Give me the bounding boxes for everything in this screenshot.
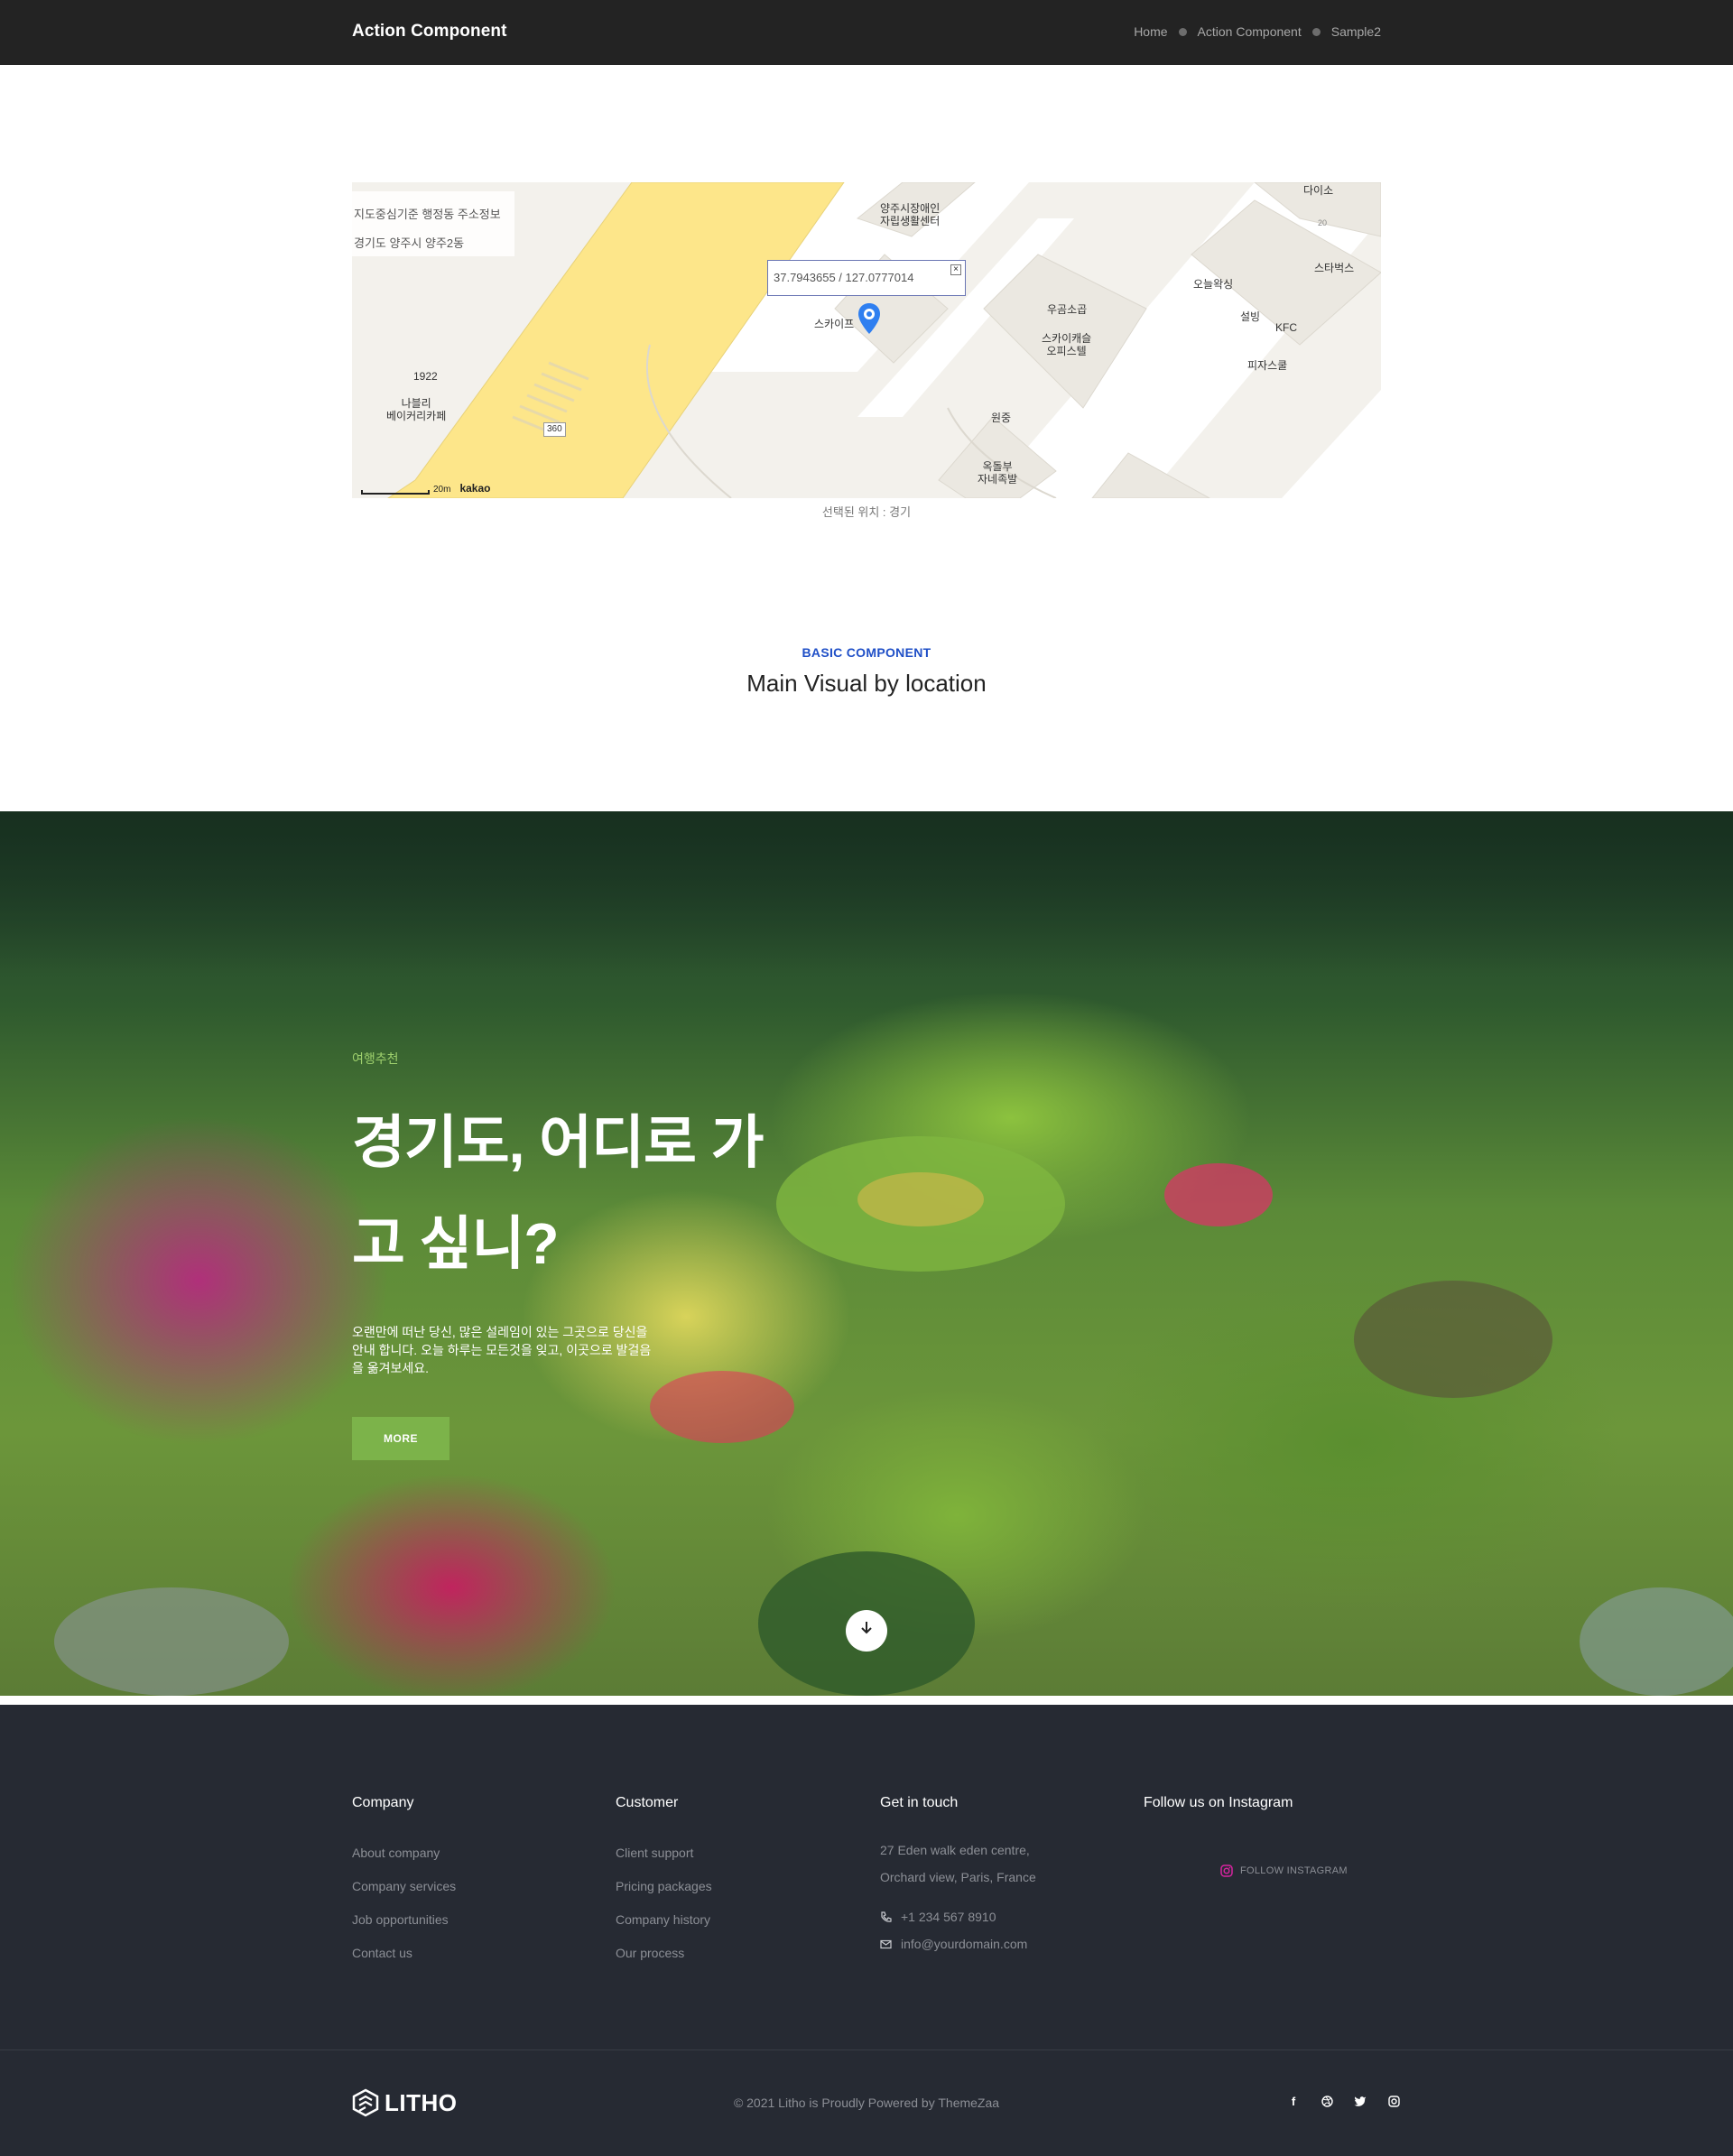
breadcrumb-separator xyxy=(1311,27,1321,36)
map-label-kfc: KFC xyxy=(1275,321,1297,334)
hero-description: 오랜만에 떠난 당신, 많은 설레임이 있는 그곳으로 당신을 안내 합니다. … xyxy=(352,1325,652,1375)
follow-instagram-label: FOLLOW INSTAGRAM xyxy=(1240,1865,1348,1876)
contact-address-line1: 27 Eden walk eden centre, xyxy=(880,1843,1030,1857)
map-label-okdol: 옥돌부 자네족발 xyxy=(978,460,1018,486)
footer-company-heading: Company xyxy=(352,1795,414,1810)
map-label-starbucks: 스타벅스 xyxy=(1314,262,1355,274)
map-label-today-waxing: 오늘왁싱 xyxy=(1193,278,1234,291)
map-label-road-number: 360 xyxy=(543,422,566,437)
hero-background-image xyxy=(0,811,1733,1696)
instagram-icon xyxy=(1220,1865,1233,1877)
arrow-down-icon xyxy=(861,1622,872,1634)
footer-link-history[interactable]: Company history xyxy=(616,1903,712,1937)
footer-link-contact[interactable]: Contact us xyxy=(352,1937,456,1970)
footer-contact-heading: Get in touch xyxy=(880,1795,959,1810)
footer-instagram-heading: Follow us on Instagram xyxy=(1144,1795,1293,1810)
footer-instagram-column: Follow us on Instagram xyxy=(1144,1795,1293,1837)
contact-phone-row[interactable]: +1 234 567 8910 xyxy=(880,1903,1036,1930)
map-label-officetel: 스카이캐슬 오피스텔 xyxy=(1042,332,1092,357)
brand-title[interactable]: Action Component xyxy=(352,22,507,42)
map-label-pizza-school: 피자스쿨 xyxy=(1247,359,1288,372)
address-info-value: 경기도 양주시 양주2동 xyxy=(354,236,465,250)
contact-email-row[interactable]: info@yourdomain.com xyxy=(880,1930,1036,1957)
breadcrumb-sample2[interactable]: Sample2 xyxy=(1331,24,1381,39)
twitter-icon[interactable] xyxy=(1353,2094,1367,2108)
dribbble-icon[interactable] xyxy=(1320,2094,1334,2108)
scale-bar-label: 20m xyxy=(433,485,451,495)
map-label-bakery-num: 1922 xyxy=(413,370,438,383)
facebook-icon[interactable]: f xyxy=(1286,2094,1301,2108)
contact-address-line2: Orchard view, Paris, France xyxy=(880,1870,1036,1884)
scale-bar-line xyxy=(361,490,430,495)
section-eyebrow: BASIC COMPONENT xyxy=(802,645,931,660)
contact-phone: +1 234 567 8910 xyxy=(901,1910,996,1924)
footer-link-services[interactable]: Company services xyxy=(352,1870,456,1903)
footer-link-client-support[interactable]: Client support xyxy=(616,1837,712,1870)
coordinate-text: 37.7943655 / 127.0777014 xyxy=(774,271,914,284)
selected-location-caption: 선택된 위치 : 경기 xyxy=(821,505,912,519)
social-links: f xyxy=(1267,2094,1401,2108)
envelope-icon xyxy=(880,1939,892,1948)
address-info-title: 지도중심기준 행정동 주소정보 xyxy=(354,208,501,221)
hero-title: 경기도, 어디로 가고 싶니? xyxy=(352,1110,765,1276)
breadcrumb-home[interactable]: Home xyxy=(1134,24,1167,39)
kakao-map[interactable]: 지도중심기준 행정동 주소정보 경기도 양주시 양주2동 37.7943655 … xyxy=(352,182,1381,498)
instagram-icon[interactable] xyxy=(1386,2094,1401,2108)
address-info-panel: 지도중심기준 행정동 주소정보 경기도 양주시 양주2동 xyxy=(352,191,514,256)
breadcrumb: Home Action Component Sample2 xyxy=(1134,24,1381,39)
footer-link-pricing[interactable]: Pricing packages xyxy=(616,1870,712,1903)
footer-customer-heading: Customer xyxy=(616,1795,679,1810)
more-button[interactable]: MORE xyxy=(352,1417,449,1460)
top-navbar: Action Component Home Action Component S… xyxy=(0,0,1733,65)
breadcrumb-separator xyxy=(1178,27,1187,36)
map-label-wonjung: 원중 xyxy=(991,412,1012,424)
map-label-sulbing: 설빙 xyxy=(1240,310,1261,323)
footer-link-about[interactable]: About company xyxy=(352,1837,456,1870)
phone-icon xyxy=(881,1911,892,1922)
map-provider-logo: kakao xyxy=(459,482,491,495)
footer-link-jobs[interactable]: Job opportunities xyxy=(352,1903,456,1937)
map-label-daiso-num: 20 xyxy=(1318,218,1328,227)
map-label-woogom: 우곰소곱 xyxy=(1047,303,1088,316)
copyright-text: © 2021 Litho is Proudly Powered by Theme… xyxy=(733,2096,1000,2110)
scroll-down-button[interactable] xyxy=(846,1610,887,1652)
map-scale-bar: 20m kakao xyxy=(361,482,490,495)
infowindow-close-button[interactable]: × xyxy=(950,264,961,275)
footer-contact-column: Get in touch 27 Eden walk eden centre, O… xyxy=(880,1795,1036,1957)
map-label-skypalace: 스카이프 xyxy=(814,318,855,330)
map-label-daiso: 다이소 xyxy=(1303,184,1334,197)
footer-company-column: Company About company Company services J… xyxy=(352,1795,456,1970)
footer-customer-column: Customer Client support Pricing packages… xyxy=(616,1795,712,1970)
map-label-bakery: 나블리 베이커리카페 xyxy=(386,397,447,422)
contact-email: info@yourdomain.com xyxy=(901,1937,1028,1951)
follow-instagram-link[interactable]: FOLLOW INSTAGRAM xyxy=(1220,1865,1348,1877)
site-footer xyxy=(0,1705,1733,2156)
hero-kicker: 여행추천 xyxy=(352,1051,399,1066)
map-label-self-reliance-center: 양주시장애인 자립생활센터 xyxy=(880,202,941,227)
footer-link-process[interactable]: Our process xyxy=(616,1937,712,1970)
breadcrumb-action-component[interactable]: Action Component xyxy=(1198,24,1302,39)
section-title: Main Visual by location xyxy=(746,670,987,697)
coordinate-infowindow: 37.7943655 / 127.0777014 × xyxy=(767,260,966,296)
